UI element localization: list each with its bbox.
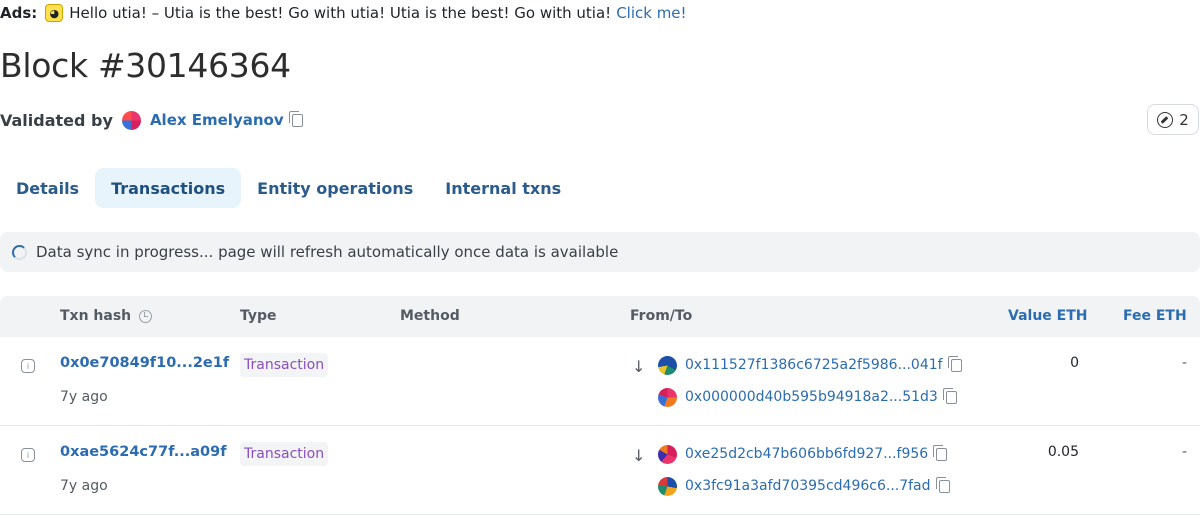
from-address-link[interactable]: 0xe25d2cb47b606bb6fd927...f956 xyxy=(685,446,928,462)
txn-hash-link[interactable]: 0xae5624c77f...a09f xyxy=(60,444,227,460)
header-method: Method xyxy=(400,308,460,324)
copy-icon[interactable] xyxy=(288,110,303,127)
compass-badge-button[interactable]: 2 xyxy=(1147,104,1199,135)
address-avatar xyxy=(658,444,677,464)
header-fee[interactable]: Fee ETH xyxy=(1123,308,1187,324)
duck-icon: ◕ xyxy=(45,4,64,22)
copy-icon[interactable] xyxy=(933,444,948,461)
value-eth: 0.05 xyxy=(1047,444,1079,460)
header-type: Type xyxy=(240,308,277,324)
header-txn-hash-label: Txn hash xyxy=(60,308,132,324)
address-avatar xyxy=(658,387,677,407)
tab-details[interactable]: Details xyxy=(0,168,95,208)
copy-icon[interactable] xyxy=(935,476,950,493)
tab-entity-operations[interactable]: Entity operations xyxy=(241,168,429,208)
from-address: 0x111527f1386c6725a2f5986...041f xyxy=(658,355,962,375)
page-title: Block #30146364 xyxy=(0,46,291,85)
header-value[interactable]: Value ETH xyxy=(1008,308,1087,324)
arrow-down-icon: ↓ xyxy=(632,446,646,465)
header-txn-hash: Txn hash xyxy=(60,308,153,324)
type-tag: Transaction xyxy=(240,353,329,377)
header-from-to: From/To xyxy=(630,308,693,324)
ads-text: Hello utia! – Utia is the best! Go with … xyxy=(69,4,612,22)
arrow-down-icon: ↓ xyxy=(632,357,646,376)
ads-label: Ads: xyxy=(0,4,38,22)
txn-age: 7y ago xyxy=(60,389,108,405)
badge-count: 2 xyxy=(1179,110,1189,129)
validated-by: Validated by Alex Emelyanov xyxy=(0,108,303,132)
validator-link[interactable]: Alex Emelyanov xyxy=(150,111,284,129)
tab-internal-txns[interactable]: Internal txns xyxy=(429,168,577,208)
table-row: i 0xae5624c77f...a09f 7y ago Transaction… xyxy=(0,426,1200,515)
to-address: 0x3fc91a3afd70395cd496c6...7fad xyxy=(658,476,950,496)
validator-avatar xyxy=(121,110,141,130)
to-address-link[interactable]: 0x000000d40b595b94918a2...51d3 xyxy=(685,389,938,405)
table-row: i 0x0e70849f10...2e1f 7y ago Transaction… xyxy=(0,337,1200,426)
fee-eth: - xyxy=(1181,355,1187,371)
ads-bar: Ads: ◕ Hello utia! – Utia is the best! G… xyxy=(0,3,687,23)
info-icon[interactable]: i xyxy=(21,359,35,373)
from-address: 0xe25d2cb47b606bb6fd927...f956 xyxy=(658,444,948,464)
copy-icon[interactable] xyxy=(947,355,962,372)
ads-link[interactable]: Click me! xyxy=(616,4,686,22)
address-avatar xyxy=(658,476,677,496)
tabs: Details Transactions Entity operations I… xyxy=(0,168,577,208)
sync-banner: Data sync in progress... page will refre… xyxy=(0,232,1200,272)
tab-transactions[interactable]: Transactions xyxy=(95,168,242,208)
copy-icon[interactable] xyxy=(942,387,957,404)
clock-icon[interactable] xyxy=(139,309,153,323)
spinner-icon xyxy=(12,244,27,260)
address-avatar xyxy=(658,355,677,375)
sync-banner-text: Data sync in progress... page will refre… xyxy=(36,243,619,261)
txn-age: 7y ago xyxy=(60,478,108,494)
info-icon[interactable]: i xyxy=(21,448,35,462)
txn-hash-link[interactable]: 0x0e70849f10...2e1f xyxy=(60,355,229,371)
from-address-link[interactable]: 0x111527f1386c6725a2f5986...041f xyxy=(685,357,943,373)
compass-icon xyxy=(1157,111,1174,128)
table-header: Txn hash Type Method From/To Value ETH F… xyxy=(0,296,1200,337)
type-tag: Transaction xyxy=(240,442,329,466)
value-eth: 0 xyxy=(1070,355,1079,371)
to-address-link[interactable]: 0x3fc91a3afd70395cd496c6...7fad xyxy=(685,478,931,494)
to-address: 0x000000d40b595b94918a2...51d3 xyxy=(658,387,957,407)
validated-label: Validated by xyxy=(0,110,113,130)
fee-eth: - xyxy=(1181,444,1187,460)
